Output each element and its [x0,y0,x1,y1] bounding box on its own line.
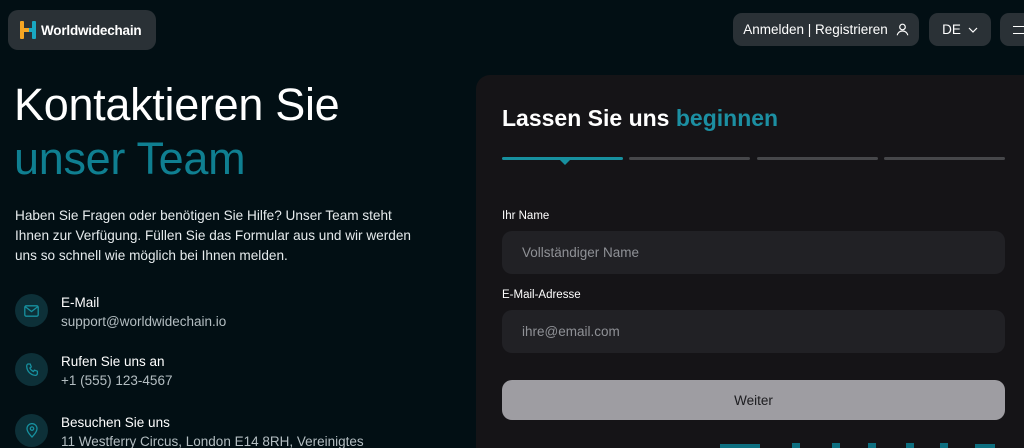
form-title: Lassen Sie uns beginnen [502,105,778,132]
next-button[interactable]: Weiter [502,380,1005,420]
page-title: Kontaktieren Sie unser Team [14,78,340,186]
user-icon [896,23,909,36]
contact-phone: Rufen Sie uns an +1 (555) 123-4567 [15,353,172,391]
contact-address-label: Besuchen Sie uns [61,415,170,430]
language-label: DE [942,22,961,37]
contact-form-card: Lassen Sie uns beginnen Ihr Name E-Mail-… [476,75,1024,448]
form-title-plain: Lassen Sie uns [502,105,670,131]
contact-phone-value[interactable]: +1 (555) 123-4567 [61,371,172,391]
contact-email-value[interactable]: support@worldwidechain.io [61,312,226,332]
email-field-label: E-Mail-Adresse [502,289,581,301]
map-pin-icon [15,414,48,447]
login-register-label: Anmelden | Registrieren [743,22,888,37]
contact-email: E-Mail support@worldwidechain.io [15,294,226,332]
login-register-button[interactable]: Anmelden | Registrieren [733,13,919,46]
logo-button[interactable]: Worldwidechain [8,10,156,50]
email-input[interactable] [502,310,1005,353]
form-title-accent: beginnen [675,105,779,131]
progress-step-4 [884,157,1005,160]
language-selector[interactable]: DE [929,13,991,46]
progress-step-2 [629,157,750,160]
logo-text: Worldwidechain [41,22,142,38]
contact-address: Besuchen Sie uns 11 Westferry Circus, Lo… [15,414,364,448]
page-title-line1: Kontaktieren Sie [14,79,340,130]
decorative-pattern [720,443,995,448]
contact-email-label: E-Mail [61,295,100,310]
progress-step-3 [757,157,878,160]
contact-address-value: 11 Westferry Circus, London E14 8RH, Ver… [61,434,364,448]
intro-text: Haben Sie Fragen oder benötigen Sie Hilf… [15,208,411,263]
active-step-caret [560,160,570,165]
page-title-line2: unser Team [14,133,246,184]
form-progress-steps [502,157,1005,167]
phone-icon [15,353,48,386]
logo-icon [20,21,36,39]
chevron-down-icon [968,27,978,33]
menu-button[interactable] [1000,13,1024,46]
hamburger-icon [1013,25,1024,34]
mail-icon [15,294,48,327]
name-field-label: Ihr Name [502,210,550,222]
name-input[interactable] [502,231,1005,274]
contact-phone-label: Rufen Sie uns an [61,354,165,369]
